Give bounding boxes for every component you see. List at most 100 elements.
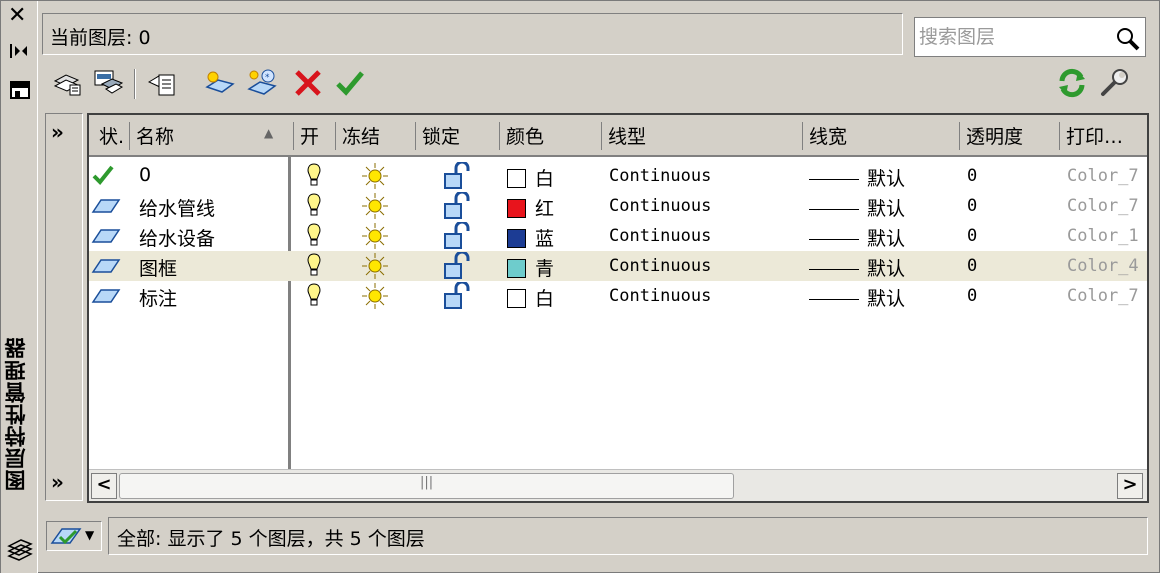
layer-row[interactable]: 给水管线 红 Continuous 默认 0 Color_7 (89, 191, 1147, 221)
layer-color[interactable]: 蓝 (507, 224, 554, 251)
auto-hide-icon[interactable] (9, 43, 29, 59)
layer-plot-style: Color_7 (1067, 286, 1139, 306)
svg-text:*: * (265, 73, 270, 83)
layer-transparency[interactable]: 0 (967, 256, 977, 276)
layer-plot-style: Color_4 (1067, 256, 1139, 276)
layer-color[interactable]: 白 (507, 164, 554, 191)
layer-linetype[interactable]: Continuous (609, 196, 711, 216)
layer-row[interactable]: 标注 白 Continuous 默认 0 Color_7 (89, 281, 1147, 311)
column-linetype[interactable]: 线型 (601, 122, 646, 150)
column-on[interactable]: 开 (293, 122, 319, 150)
properties-icon[interactable] (10, 81, 30, 99)
column-status[interactable]: 状. (93, 122, 124, 150)
sun-thaw-icon[interactable] (361, 162, 389, 190)
lineweight-sample (809, 299, 859, 300)
collapse-filter-tree-button[interactable]: » (51, 470, 64, 494)
layer-name[interactable]: 给水设备 (139, 224, 215, 251)
search-input[interactable] (919, 23, 1109, 51)
new-layer-icon[interactable] (204, 67, 236, 99)
bulb-on-icon[interactable] (305, 282, 323, 310)
column-lineweight[interactable]: 线宽 (802, 122, 847, 150)
lineweight-sample (809, 269, 859, 270)
layer-lineweight[interactable]: 默认 (809, 254, 905, 281)
layer-linetype[interactable]: Continuous (609, 256, 711, 276)
layer-row-selected[interactable]: 图框 青 Continuous 默认 0 Color_4 (89, 251, 1147, 281)
layer-plot-style: Color_7 (1067, 166, 1139, 186)
color-name: 蓝 (535, 228, 555, 250)
new-layer-vp-frozen-icon[interactable]: * (246, 67, 278, 99)
column-freeze[interactable]: 冻结 (335, 122, 380, 150)
sun-thaw-icon[interactable] (361, 252, 389, 280)
column-lock[interactable]: 锁定 (415, 122, 460, 150)
color-swatch (507, 199, 526, 218)
layer-lineweight[interactable]: 默认 (809, 164, 905, 191)
scrollbar-thumb[interactable]: ||| (119, 473, 734, 499)
new-group-filter-icon[interactable] (92, 67, 124, 99)
bulb-on-icon[interactable] (305, 162, 323, 190)
column-plot-style[interactable]: 打印… (1059, 122, 1123, 150)
layer-name[interactable]: 给水管线 (139, 194, 215, 221)
sun-thaw-icon[interactable] (361, 282, 389, 310)
bulb-on-icon[interactable] (305, 192, 323, 220)
lineweight-value: 默认 (867, 198, 906, 220)
layer-transparency[interactable]: 0 (967, 286, 977, 306)
scroll-right-button[interactable]: > (1117, 473, 1143, 499)
delete-layer-icon[interactable] (292, 67, 324, 99)
column-color[interactable]: 颜色 (499, 122, 544, 150)
close-icon[interactable]: ✕ (8, 5, 26, 27)
lineweight-sample (809, 209, 859, 210)
palette-titlebar: ✕ 图层特性管理器 (1, 1, 38, 573)
layer-transparency[interactable]: 0 (967, 226, 977, 246)
layer-linetype[interactable]: Continuous (609, 226, 711, 246)
layer-name[interactable]: 标注 (139, 284, 177, 311)
layer-row[interactable]: 给水设备 蓝 Continuous 默认 0 Color_1 (89, 221, 1147, 251)
color-name: 青 (535, 258, 555, 280)
lineweight-value: 默认 (867, 168, 906, 190)
sun-thaw-icon[interactable] (361, 222, 389, 250)
bulb-on-icon[interactable] (305, 252, 323, 280)
search-icon[interactable] (1115, 26, 1141, 52)
layer-lineweight[interactable]: 默认 (809, 194, 905, 221)
layer-color[interactable]: 青 (507, 254, 554, 281)
layer-states-manager-icon[interactable] (146, 67, 178, 99)
unlock-icon[interactable] (441, 282, 473, 310)
layer-color[interactable]: 白 (507, 284, 554, 311)
lineweight-value: 默认 (867, 288, 906, 310)
layer-plot-style: Color_1 (1067, 226, 1139, 246)
column-header-row: 状. 名称 ▲ 开 冻结 锁定 颜色 线型 线宽 透明度 打印… (89, 115, 1147, 157)
bulb-on-icon[interactable] (305, 222, 323, 250)
layer-linetype[interactable]: Continuous (609, 286, 711, 306)
search-box[interactable] (914, 17, 1146, 57)
new-property-filter-icon[interactable] (52, 67, 84, 99)
layer-icon (91, 259, 121, 273)
lineweight-value: 默认 (867, 228, 906, 250)
layer-transparency[interactable]: 0 (967, 196, 977, 216)
unlock-icon[interactable] (441, 192, 473, 220)
horizontal-scrollbar[interactable]: < ||| > (89, 469, 1147, 501)
column-transparency[interactable]: 透明度 (959, 122, 1023, 150)
layer-lineweight[interactable]: 默认 (809, 284, 905, 311)
layer-transparency[interactable]: 0 (967, 166, 977, 186)
layer-row[interactable]: 0 白 Continuous 默认 0 Color_7 (89, 161, 1147, 191)
scroll-left-button[interactable]: < (91, 473, 117, 499)
unlock-icon[interactable] (441, 222, 473, 250)
color-name: 白 (535, 288, 555, 310)
unlock-icon[interactable] (441, 252, 473, 280)
layer-icon (91, 199, 121, 213)
set-current-icon[interactable] (334, 67, 366, 99)
color-swatch (507, 289, 526, 308)
layer-linetype[interactable]: Continuous (609, 166, 711, 186)
refresh-icon[interactable] (1056, 67, 1088, 99)
filter-dropdown-button[interactable]: ▼ (46, 521, 102, 551)
settings-wrench-icon[interactable] (1098, 67, 1130, 99)
unlock-icon[interactable] (441, 162, 473, 190)
expand-filter-tree-button[interactable]: » (51, 120, 64, 144)
layer-color[interactable]: 红 (507, 194, 554, 221)
layer-name[interactable]: 0 (139, 164, 151, 186)
grip-icon: ||| (420, 475, 434, 490)
layer-lineweight[interactable]: 默认 (809, 224, 905, 251)
sun-thaw-icon[interactable] (361, 192, 389, 220)
layer-name[interactable]: 图框 (139, 254, 177, 281)
column-name[interactable]: 名称 ▲ (129, 122, 289, 150)
toolbar: * (42, 63, 1152, 103)
